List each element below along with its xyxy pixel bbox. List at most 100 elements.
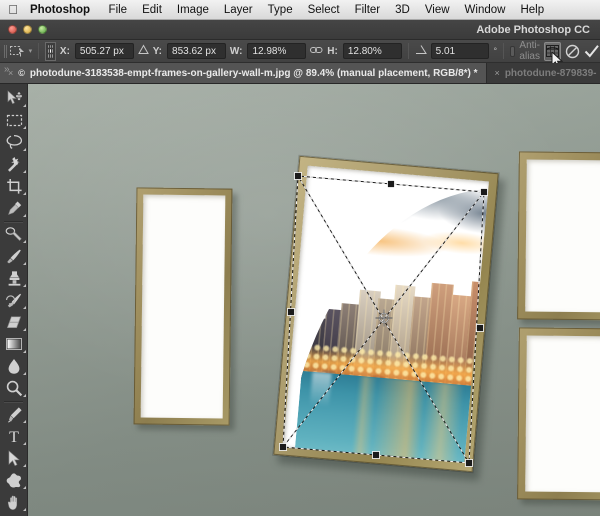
menu-item-window[interactable]: Window: [457, 0, 513, 20]
spot-healing-brush-tool[interactable]: [0, 223, 28, 245]
history-brush-tool[interactable]: [0, 289, 28, 311]
photoshop-window:  Photoshop File Edit Image Layer Type S…: [0, 0, 600, 516]
lasso-tool[interactable]: [0, 131, 28, 153]
pen-tool[interactable]: [0, 403, 28, 425]
blur-tool[interactable]: [0, 355, 28, 377]
width-input[interactable]: [247, 43, 307, 59]
apple-logo-icon[interactable]: : [0, 2, 26, 18]
frame-mat: [140, 194, 226, 419]
type-tool[interactable]: T: [0, 425, 28, 447]
os-menu-bar:  Photoshop File Edit Image Layer Type S…: [0, 0, 600, 20]
commit-transform-button[interactable]: [584, 42, 600, 61]
tool-options-corner-icon: [23, 148, 26, 151]
tool-options-corner-icon: [23, 372, 26, 375]
link-chain-icon[interactable]: [310, 45, 323, 58]
cancel-transform-button[interactable]: [565, 42, 580, 61]
empty-frame-right-bottom[interactable]: [517, 327, 600, 506]
angle-icon: [415, 44, 427, 58]
brush-tool[interactable]: [0, 245, 28, 267]
zoom-button[interactable]: [38, 25, 47, 34]
frame-mat: [283, 165, 489, 463]
triangle-offset-icon[interactable]: [137, 44, 149, 58]
menu-item-3d[interactable]: 3D: [388, 0, 418, 20]
artwork-frame-selected[interactable]: [273, 155, 506, 481]
tool-options-corner-icon: [23, 284, 26, 287]
tool-options-corner-icon: [23, 240, 26, 243]
tool-options-corner-icon: [23, 262, 26, 265]
eyedropper-tool[interactable]: [0, 197, 28, 219]
tool-options-corner-icon: [23, 214, 26, 217]
w-label: W:: [229, 45, 243, 57]
x-input[interactable]: [74, 43, 134, 59]
menu-item-select[interactable]: Select: [300, 0, 347, 20]
y-input[interactable]: [167, 43, 226, 59]
document-tab-title: photodune-879839-: [504, 67, 597, 79]
empty-frame-right-top[interactable]: [517, 151, 600, 326]
application-title-bar: Adobe Photoshop CC: [0, 20, 600, 40]
tool-options-corner-icon: [23, 508, 26, 511]
menu-item-view[interactable]: View: [417, 0, 457, 20]
tool-options-corner-icon: [23, 192, 26, 195]
crop-tool[interactable]: [0, 175, 28, 197]
rectangular-select-tool[interactable]: [0, 109, 28, 131]
reference-point-grid[interactable]: [45, 41, 56, 61]
frame-mat: [525, 159, 600, 313]
gradient-tool[interactable]: [0, 333, 28, 355]
tool-options-corner-icon: [23, 350, 26, 353]
copyright-icon: ©: [18, 68, 25, 78]
height-input[interactable]: [342, 43, 402, 59]
tool-options-corner-icon: [23, 170, 26, 173]
divider: [38, 43, 40, 59]
menu-item-file[interactable]: File: [101, 0, 135, 20]
image-water-highlight: [310, 372, 332, 408]
magic-wand-tool[interactable]: [0, 153, 28, 175]
clone-stamp-tool[interactable]: [0, 267, 28, 289]
y-label: Y:: [152, 45, 163, 57]
tool-options-corner-icon: [23, 328, 26, 331]
menu-item-image[interactable]: Image: [169, 0, 216, 20]
tools-panel: T: [0, 84, 28, 516]
menu-item-layer[interactable]: Layer: [216, 0, 260, 20]
tool-options-corner-icon: [23, 420, 26, 423]
tool-options-corner-icon: [23, 486, 26, 489]
options-bar-grip[interactable]: [2, 43, 7, 60]
move-tool[interactable]: [0, 87, 28, 109]
document-canvas[interactable]: [28, 84, 600, 516]
minimize-button[interactable]: [23, 25, 32, 34]
menu-item-filter[interactable]: Filter: [347, 0, 388, 20]
svg-text:T: T: [9, 429, 19, 444]
dodge-tool[interactable]: [0, 377, 28, 399]
options-bar: ▾ X: Y: W: H: °: [0, 40, 600, 68]
warp-mode-button[interactable]: [544, 41, 564, 68]
document-tab-title: photodune-3183538-empt-frames-on-gallery…: [29, 67, 478, 79]
free-transform-icon: [9, 42, 25, 60]
x-label: X:: [59, 45, 70, 57]
menu-item-edit[interactable]: Edit: [135, 0, 170, 20]
rotation-input[interactable]: [430, 43, 490, 59]
shape-tool[interactable]: [0, 469, 28, 491]
h-label: H:: [327, 45, 338, 57]
hand-tool[interactable]: [0, 491, 28, 513]
tool-options-corner-icon: [23, 464, 26, 467]
divider-2: [407, 43, 409, 59]
document-tab-active[interactable]: × © photodune-3183538-empt-frames-on-gal…: [0, 63, 487, 83]
close-icon[interactable]: ×: [495, 68, 500, 78]
tool-options-corner-icon: [23, 442, 26, 445]
tool-options-corner-icon: [23, 104, 26, 107]
menu-item-type[interactable]: Type: [260, 0, 300, 20]
eraser-tool[interactable]: [0, 311, 28, 333]
close-button[interactable]: [8, 25, 17, 34]
document-tab-inactive[interactable]: × photodune-879839-: [486, 63, 600, 83]
menu-item-photoshop[interactable]: Photoshop: [26, 0, 101, 20]
antialias-label: Anti-alias: [519, 40, 540, 62]
document-tab-bar: × © photodune-3183538-empt-frames-on-gal…: [0, 63, 600, 84]
tool-preset-caret-icon[interactable]: ▾: [29, 47, 33, 55]
antialias-checkbox[interactable]: [510, 45, 516, 57]
path-selection-tool[interactable]: [0, 447, 28, 469]
degree-symbol: °: [493, 46, 498, 56]
empty-frame-left[interactable]: [133, 187, 238, 431]
menu-item-help[interactable]: Help: [513, 0, 552, 20]
tool-options-corner-icon: [23, 126, 26, 129]
tool-options-corner-icon: [23, 394, 26, 397]
tool-options-corner-icon: [23, 306, 26, 309]
